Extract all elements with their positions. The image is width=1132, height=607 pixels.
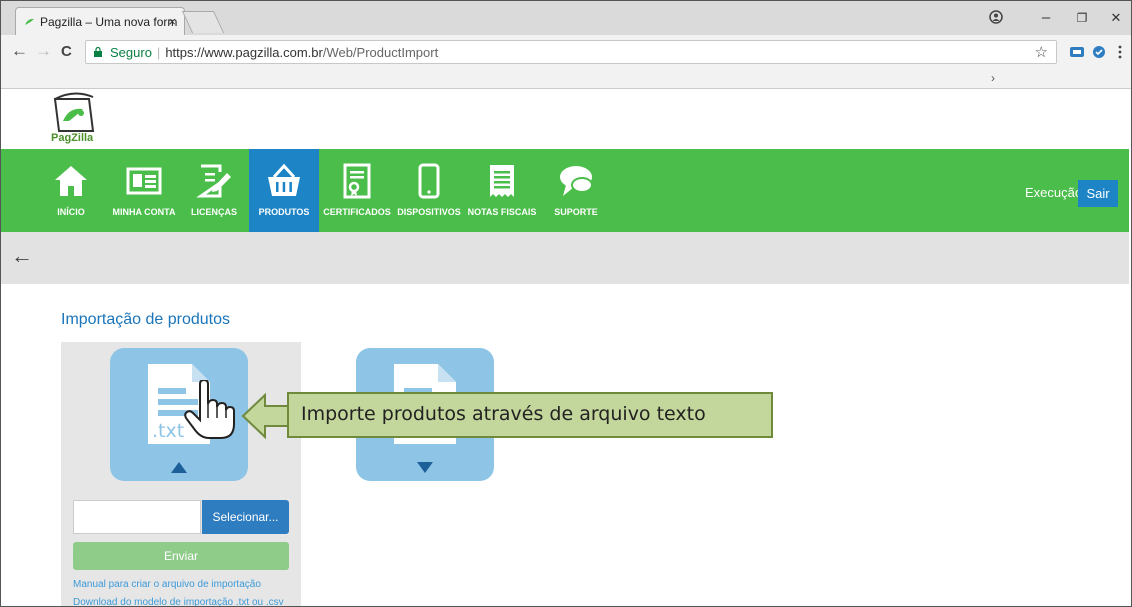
extension-reader-icon[interactable] [1069,44,1085,60]
send-button[interactable]: Enviar [73,542,289,570]
mobile-icon [418,163,440,199]
page-toolbar: ← [1,232,1129,284]
extension-check-icon[interactable] [1091,44,1107,60]
url-input[interactable]: Seguro | https://www.pagzilla.com.br/Web/P… [85,40,1057,64]
browser-tab[interactable]: Pagzilla – Uma nova form × [15,7,185,35]
tab-bar: Pagzilla – Uma nova form × – ❐ ✕ [1,1,1131,35]
forward-button[interactable]: → [35,41,52,61]
profile-icon[interactable] [989,10,1003,24]
nav-label: PRODUTOS [258,207,310,217]
logo-text: PagZilla [51,132,94,144]
new-tab-button[interactable] [181,11,225,33]
page-title: Importação de produtos [61,311,230,328]
tab-close-icon[interactable]: × [168,14,176,29]
nav-label: DISPOSITIVOS [397,207,461,217]
download-template-link[interactable]: Download do modelo de importação .txt ou… [73,597,284,606]
txt-extension-label: .txt [152,420,185,442]
chat-icon [560,166,593,196]
nav-item-inicio[interactable]: INÍCIO [51,149,91,232]
tab-title: Pagzilla – Uma nova form [40,15,178,29]
down-triangle-icon [417,462,433,473]
callout-text: Importe produtos através de arquivo text… [301,403,706,425]
select-file-button[interactable]: Selecionar... [202,500,289,534]
nav-item-minha-conta[interactable]: MINHA CONTA [109,149,179,232]
nav-label: LICENÇAS [190,207,237,217]
main-navigation: INÍCIO MINHA CONTA LICENÇAS PRODUTOS CER… [1,149,1129,232]
manual-link[interactable]: Manual para criar o arquivo de importaçã… [73,579,261,590]
nav-item-notas-fiscais[interactable]: NOTAS FISCAIS [466,149,538,232]
nav-item-licencas[interactable]: LICENÇAS [187,149,241,232]
nav-label: NOTAS FISCAIS [467,207,537,217]
address-toolbar: ← → C Seguro | https://www.pagzilla.com.br… [1,35,1131,69]
nav-item-dispositivos[interactable]: DISPOSITIVOS [397,149,461,232]
close-window-button[interactable]: ✕ [1106,10,1126,26]
nav-item-suporte[interactable]: SUPORTE [553,149,599,232]
nav-label: CERTIFICADOS [323,207,391,217]
up-triangle-icon [171,462,187,473]
hand-pointer-icon [184,380,235,439]
certificate-icon [343,163,371,199]
menu-kebab-icon[interactable] [1117,44,1123,60]
reload-button[interactable]: C [61,43,72,60]
back-arrow-icon[interactable]: ← [11,243,33,269]
minimize-button[interactable]: – [1036,9,1056,26]
home-icon [55,166,87,196]
tooltip-callout: Importe produtos através de arquivo text… [287,392,773,438]
nav-label: SUPORTE [554,207,598,217]
file-path-input[interactable] [73,500,201,534]
bookmarks-overflow-chevron-icon[interactable]: › [991,71,995,85]
callout-arrow-icon [241,392,290,440]
nav-label: INÍCIO [57,207,85,217]
id-card-icon [126,167,162,195]
restore-button[interactable]: ❐ [1072,11,1092,25]
basket-icon [268,163,300,196]
bookmarks-bar: › [1,69,1131,89]
edit-document-icon [196,164,231,198]
logout-button[interactable]: Sair [1078,180,1118,207]
url-path: /Web/ProductImport [322,45,439,60]
lock-icon [94,47,102,57]
environment-label: Execução [1025,185,1083,200]
nav-item-produtos[interactable]: PRODUTOS [249,149,319,232]
browser-window: Pagzilla – Uma nova form × – ❐ ✕ ← → C S… [0,0,1132,607]
back-button[interactable]: ← [11,41,28,61]
receipt-icon [490,165,514,197]
url-host: https://www.pagzilla.com.br [165,45,323,60]
nav-item-certificados[interactable]: CERTIFICADOS [323,149,391,232]
nav-label: MINHA CONTA [112,207,176,217]
bookmark-star-icon[interactable]: ☆ [1035,43,1048,61]
pagzilla-favicon-icon [25,18,34,25]
secure-label: Seguro [110,45,152,60]
